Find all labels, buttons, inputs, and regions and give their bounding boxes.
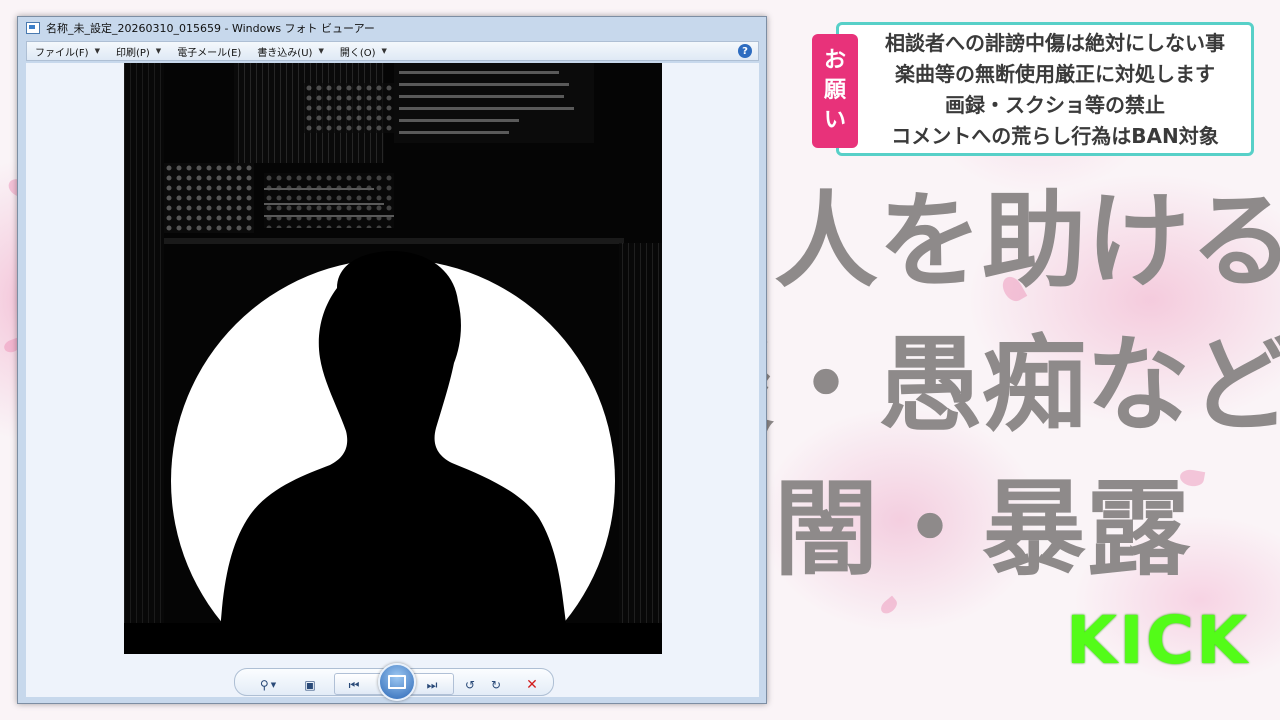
menu-bar: ファイル(F) ▼ 印刷(P) ▼ 電子メール(E) 書き込み(U) ▼ 開く(O) ▼… xyxy=(26,41,759,61)
viewer-toolbar: ⚲ ▼ ▣ ⏮ ⏭ ↺ ↻ ✕ xyxy=(26,663,759,701)
previous-icon[interactable]: ⏮ xyxy=(344,677,364,693)
notice-tag-char: い xyxy=(823,108,846,133)
rotate-clockwise-icon[interactable]: ↻ xyxy=(486,677,506,693)
chevron-down-icon: ▼ xyxy=(381,47,387,55)
notice-tag: お 願 い xyxy=(812,34,858,148)
chevron-down-icon: ▼ xyxy=(94,47,100,55)
actual-size-icon[interactable]: ▣ xyxy=(300,677,320,693)
menu-label: 書き込み(U) xyxy=(257,47,313,59)
menu-label: 電子メール(E) xyxy=(177,47,242,59)
menu-label: 開く(O) xyxy=(339,47,376,59)
menu-email[interactable]: 電子メール(E) xyxy=(169,42,249,60)
rotate-counterclockwise-icon[interactable]: ↺ xyxy=(460,677,480,693)
menu-burn[interactable]: 書き込み(U) ▼ xyxy=(249,42,332,60)
chevron-down-icon: ▼ xyxy=(155,47,162,55)
chevron-down-icon: ▼ xyxy=(318,47,324,55)
notice-lines: 相談者への誹謗中傷は絶対にしない事 楽曲等の無断使用厳正に対処します 画録・スク… xyxy=(860,28,1250,152)
photo-viewer-window: 名称_未_設定_20260310_015659 - Windows フォト ビュ… xyxy=(17,16,767,704)
notice-line: 相談者への誹謗中傷は絶対にしない事 xyxy=(885,31,1225,55)
help-icon[interactable]: ? xyxy=(738,44,752,58)
next-icon[interactable]: ⏭ xyxy=(422,677,442,693)
zoom-icon[interactable]: ⚲ ▼ xyxy=(254,677,282,693)
menu-label: ファイル(F) xyxy=(35,47,89,59)
notice-tag-char: 願 xyxy=(823,78,846,103)
title-bar: 名称_未_設定_20260310_015659 - Windows フォト ビュ… xyxy=(18,17,766,39)
slideshow-icon[interactable] xyxy=(378,663,416,701)
menu-label: 印刷(P) xyxy=(115,47,150,59)
menu-open[interactable]: 開く(O) ▼ xyxy=(332,42,395,60)
notice-line: 画録・スクショ等の禁止 xyxy=(945,93,1165,117)
slideshow-screen xyxy=(388,675,406,689)
image-viewport[interactable] xyxy=(26,63,759,671)
photo-image xyxy=(124,63,662,654)
silhouette-image xyxy=(124,63,662,654)
menu-print[interactable]: 印刷(P) ▼ xyxy=(108,42,169,60)
menu-file[interactable]: ファイル(F) ▼ xyxy=(27,42,108,60)
kick-logo: KICK xyxy=(1066,602,1250,679)
delete-icon[interactable]: ✕ xyxy=(522,677,542,693)
window-title: 名称_未_設定_20260310_015659 - Windows フォト ビュ… xyxy=(46,22,375,35)
notice-line: コメントへの荒らし行為はBAN対象 xyxy=(891,124,1219,148)
app-icon xyxy=(26,22,40,34)
notice-tag-char: お xyxy=(823,48,846,73)
notice-line: 楽曲等の無断使用厳正に対処します xyxy=(895,62,1215,86)
